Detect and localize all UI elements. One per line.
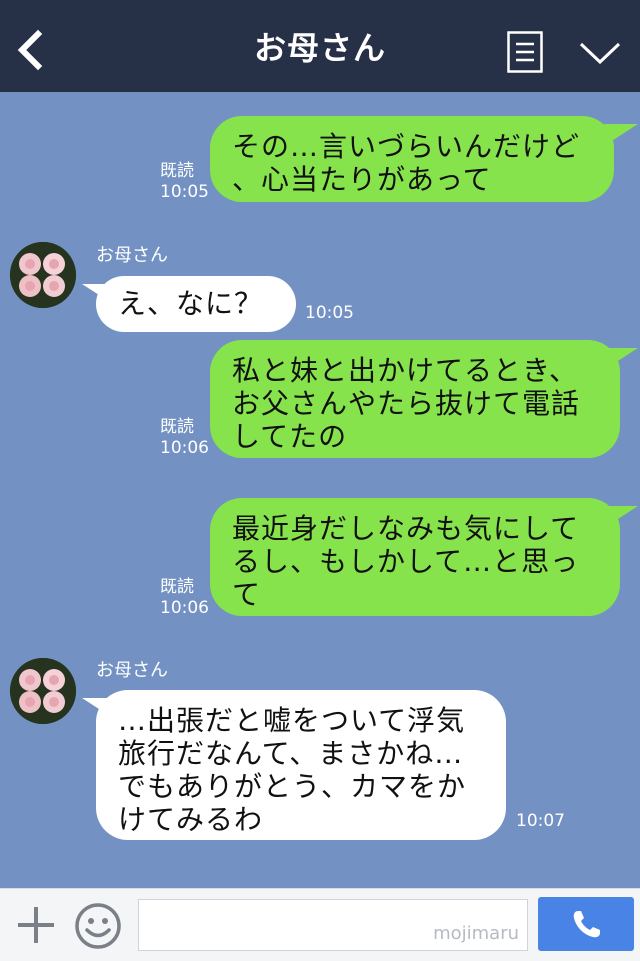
message-line: お父さんやたら抜けて電話 <box>232 387 581 420</box>
avatar[interactable] <box>10 658 76 724</box>
message-list[interactable]: その…言いづらいんだけど 、心当たりがあって 既読 10:05 お母さん え、な… <box>0 92 640 888</box>
avatar[interactable] <box>10 242 76 308</box>
phone-icon <box>573 911 600 938</box>
message-time: 10:06 <box>160 438 209 458</box>
message-time: 10:06 <box>160 598 209 618</box>
message-line: え、なに？ <box>118 287 264 320</box>
message-line: …出張だと嘘をついて浮気 <box>118 704 466 737</box>
message-line: 最近身だしなみも気にして <box>232 512 580 545</box>
message-line: その…言いづらいんだけど <box>232 130 581 163</box>
bubble-tail <box>604 124 638 146</box>
bubble-tail <box>604 348 638 370</box>
message-time: 10:07 <box>516 811 565 831</box>
attach-button[interactable] <box>14 903 58 947</box>
menu-icon <box>507 31 543 73</box>
incoming-message[interactable]: え、なに？ <box>96 276 296 332</box>
emoji-button[interactable] <box>73 901 123 951</box>
message-line: 、心当たりがあって <box>232 163 492 196</box>
watermark: mojimaru <box>433 923 519 944</box>
message-line: 旅行だなんて、まさかね… <box>118 737 464 770</box>
message-time: 10:05 <box>305 303 354 323</box>
message-input[interactable]: mojimaru <box>138 899 528 951</box>
incoming-message[interactable]: …出張だと嘘をついて浮気 旅行だなんて、まさかね… でもありがとう、カマをか け… <box>96 690 506 840</box>
outgoing-message[interactable]: 最近身だしなみも気にして るし、もしかして…と思っ て <box>210 498 620 616</box>
message-line: 私と妹と出かけてるとき、 <box>232 354 579 387</box>
collapse-button[interactable] <box>578 38 622 68</box>
smile-icon <box>75 903 121 949</box>
chevron-down-icon <box>579 42 621 65</box>
chat-header: お母さん <box>0 0 640 92</box>
bubble-tail <box>604 506 638 528</box>
outgoing-message[interactable]: 私と妹と出かけてるとき、 お父さんやたら抜けて電話 してたの <box>210 340 620 458</box>
read-receipt: 既読 <box>160 417 194 437</box>
call-button[interactable] <box>538 897 634 951</box>
message-line: けてみるわ <box>118 803 264 836</box>
sender-name: お母さん <box>96 245 168 266</box>
rose-avatar-image <box>10 242 76 308</box>
message-time: 10:05 <box>160 182 209 202</box>
input-bar: mojimaru <box>0 888 640 961</box>
read-receipt: 既読 <box>160 161 194 181</box>
chat-title: お母さん <box>253 29 386 67</box>
message-line: でもありがとう、カマをか <box>118 770 467 803</box>
menu-button[interactable] <box>507 31 543 73</box>
read-receipt: 既読 <box>160 577 194 597</box>
sender-name: お母さん <box>96 660 168 681</box>
rose-avatar-image <box>10 658 76 724</box>
message-line: て <box>232 578 262 611</box>
message-line: してたの <box>232 420 348 453</box>
plus-icon <box>18 907 54 943</box>
outgoing-message[interactable]: その…言いづらいんだけど 、心当たりがあって <box>210 116 614 202</box>
message-line: るし、もしかして…と思っ <box>232 545 580 578</box>
